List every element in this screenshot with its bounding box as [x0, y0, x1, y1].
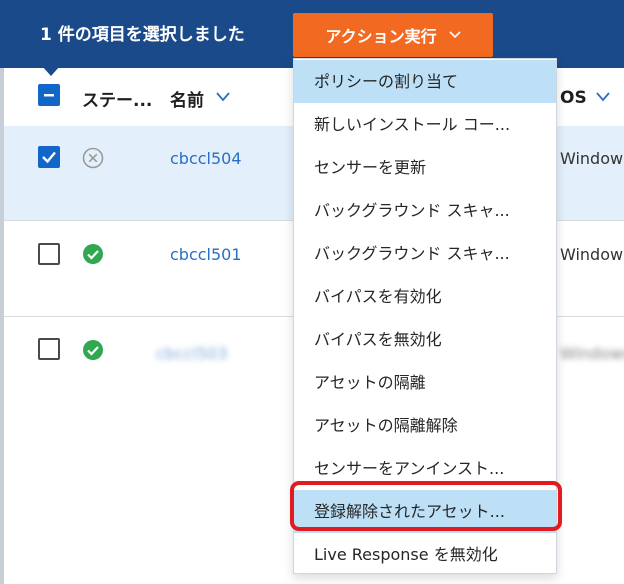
selection-label: 件の項目を選択しました [51, 25, 245, 45]
sort-down-icon[interactable] [596, 92, 610, 102]
asset-os: Windows [560, 245, 624, 264]
row-checkbox[interactable] [38, 243, 60, 265]
asset-name-link[interactable]: cbccl501 [170, 245, 242, 264]
asset-os: Windows [560, 149, 624, 168]
header-pointer [42, 66, 60, 76]
menu-item-background-scan-disable[interactable]: バックグラウンド スキャ... [294, 232, 556, 275]
menu-item-background-scan-enable[interactable]: バックグラウンド スキャ... [294, 189, 556, 232]
menu-item-disable-bypass[interactable]: バイパスを無効化 [294, 318, 556, 361]
minus-icon [44, 94, 54, 97]
column-status[interactable]: ステー... [82, 86, 152, 111]
menu-item-quarantine-asset[interactable]: アセットの隔離 [294, 361, 556, 404]
asset-name-link[interactable]: cbccl503 [156, 344, 228, 363]
active-status-icon [83, 244, 103, 264]
menu-item-unquarantine-asset[interactable]: アセットの隔離解除 [294, 404, 556, 447]
chevron-down-icon [449, 31, 461, 39]
asset-name-link[interactable]: cbccl504 [170, 149, 242, 168]
menu-item-update-sensor[interactable]: センサーを更新 [294, 146, 556, 189]
action-menu: ポリシーの割り当て 新しいインストール コー... センサーを更新 バックグラウ… [293, 58, 557, 574]
column-os[interactable]: OS [560, 88, 587, 108]
row-checkbox[interactable] [38, 338, 60, 360]
asset-os: Windows [560, 344, 624, 363]
select-all-checkbox[interactable] [38, 84, 60, 106]
menu-item-new-install-code[interactable]: 新しいインストール コー... [294, 103, 556, 146]
column-name[interactable]: 名前 [170, 86, 204, 111]
selection-count-text: 1 件の項目を選択しました [40, 20, 245, 45]
menu-item-assign-policy[interactable]: ポリシーの割り当て [294, 60, 556, 103]
menu-item-uninstall-sensor[interactable]: センサーをアンインスト... [294, 447, 556, 490]
row-checkbox[interactable] [38, 146, 60, 168]
sort-down-icon[interactable] [216, 92, 230, 102]
menu-item-deregistered-assets[interactable]: 登録解除されたアセット... [294, 490, 556, 533]
active-status-icon [83, 340, 103, 360]
take-action-button[interactable]: アクション実行 [293, 13, 493, 57]
take-action-label: アクション実行 [325, 27, 437, 46]
checkmark-icon [42, 151, 56, 164]
menu-item-enable-bypass[interactable]: バイパスを有効化 [294, 275, 556, 318]
selection-count: 1 [40, 25, 52, 45]
menu-item-disable-live-response[interactable]: Live Response を無効化 [294, 533, 556, 576]
inactive-status-icon [82, 147, 104, 169]
